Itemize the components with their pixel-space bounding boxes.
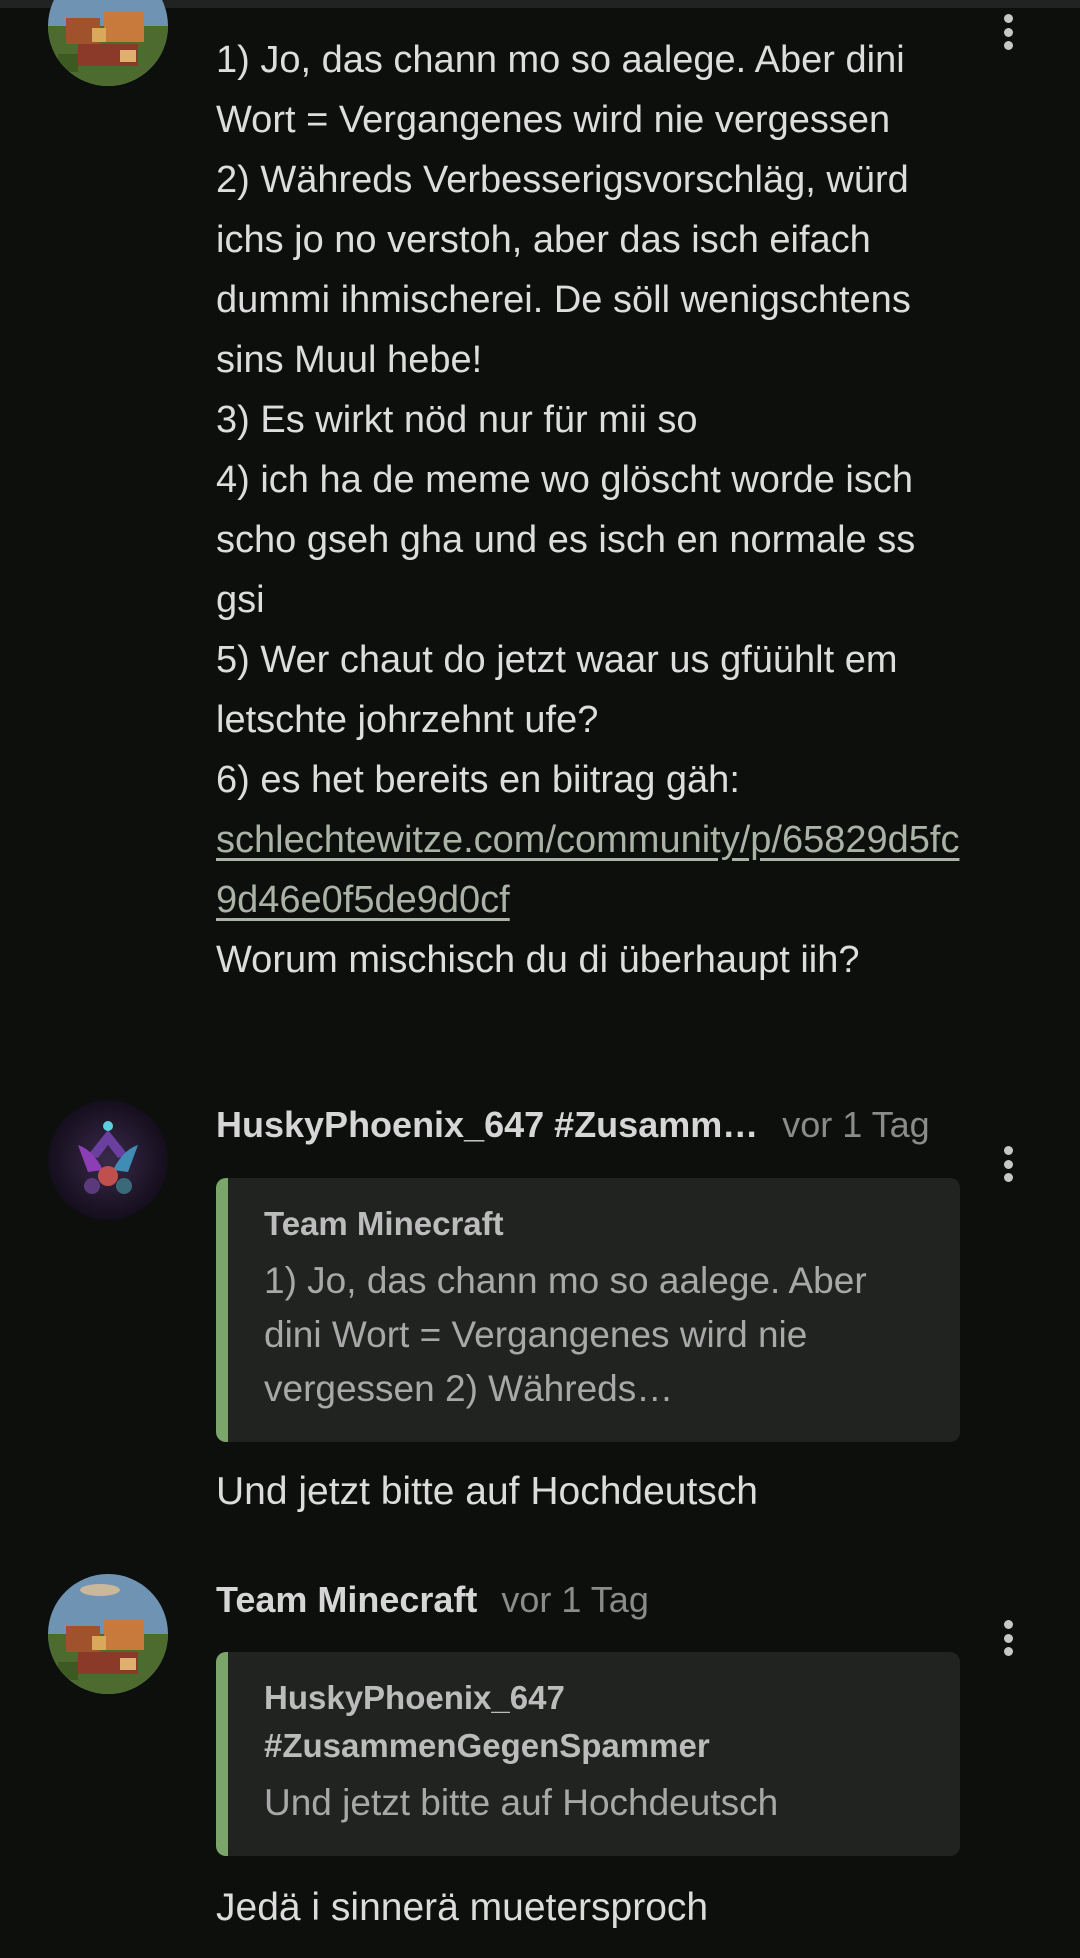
comment-line: 5) Wer chaut do jetzt waar us gfüühlt em… [216,639,909,741]
comment-timestamp: vor 1 Tag [501,1579,649,1620]
quoted-comment[interactable]: Team Minecraft 1) Jo, das chann mo so aa… [216,1178,960,1442]
more-vertical-icon [1003,14,1013,23]
comment-line: 6) es het bereits en biitrag gäh: [216,759,740,801]
comment-line: Worum mischisch du di überhaupt iih? [216,939,860,981]
avatar-team-minecraft[interactable] [48,0,168,86]
quoted-author: HuskyPhoenix_647 #ZusammenGegenSpammer [264,1679,710,1764]
comment-menu-button[interactable] [994,10,1022,54]
more-vertical-icon [1003,1146,1013,1155]
comment-line: 4) ich ha de meme wo glöscht worde isch … [216,459,926,621]
quoted-author: Team Minecraft [264,1205,504,1242]
quoted-text: Und jetzt bitte auf Hochdeutsch [264,1782,779,1823]
comment-body: Jedä i sinnerä muetersproch [216,1886,709,1929]
comment-body: 1) Jo, das chann mo so aalege. Aber dini… [216,30,966,990]
more-vertical-icon [1003,1620,1013,1629]
comment-author[interactable]: HuskyPhoenix_647 #Zusamm… [216,1104,758,1146]
comment-line: 2) Währeds Verbesserigsvorschläg, würd i… [216,159,922,381]
comment-header: HuskyPhoenix_647 #Zusamm… vor 1 Tag [216,1100,976,1150]
comment-body: Und jetzt bitte auf Hochdeutsch [216,1470,758,1513]
phoenix-emblem-avatar-icon [48,1100,168,1220]
comment-line: 3) Es wirkt nöd nur für mii so [216,399,698,441]
minecraft-village-avatar-icon [48,1574,168,1694]
comment-timestamp: vor 1 Tag [782,1104,930,1145]
comment-link[interactable]: schlechtewitze.com/community/p/65829d5fc… [216,819,959,921]
comment-header: Team Minecraft vor 1 Tag [216,1575,976,1625]
quoted-text: 1) Jo, das chann mo so aalege. Aber dini… [264,1260,867,1409]
avatar-husky-phoenix[interactable] [48,1100,168,1220]
avatar-team-minecraft[interactable] [48,1574,168,1694]
comment-menu-button[interactable] [994,1142,1022,1186]
quoted-comment[interactable]: HuskyPhoenix_647 #ZusammenGegenSpammer U… [216,1652,960,1856]
comment-line: 1) Jo, das chann mo so aalege. Aber dini… [216,39,916,141]
minecraft-village-avatar-icon [48,0,168,86]
comment-author[interactable]: Team Minecraft [216,1579,477,1621]
comment-menu-button[interactable] [994,1616,1022,1660]
